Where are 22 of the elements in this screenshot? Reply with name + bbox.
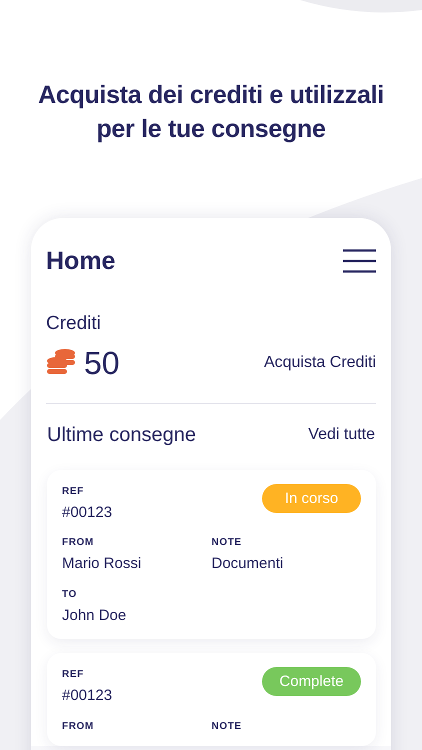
section-title: Ultime consegne <box>47 422 196 448</box>
buy-credits-link[interactable]: Acquista Crediti <box>264 350 376 374</box>
reference-number: #00123 <box>62 686 112 706</box>
field-label: REF <box>62 668 85 682</box>
field-label: FROM <box>62 536 95 550</box>
field-label: FROM <box>62 720 95 734</box>
field-label: NOTE <box>212 720 243 734</box>
reference-number: #00123 <box>62 502 112 522</box>
menu-icon[interactable] <box>343 249 376 273</box>
field-label: REF <box>62 484 85 498</box>
credits-amount: 50 <box>84 346 120 378</box>
field-value: Mario Rossi <box>62 554 142 574</box>
screen-title: Home <box>46 246 116 276</box>
status-badge: Complete <box>262 667 361 696</box>
field-value: Documenti <box>212 554 284 574</box>
field-label: NOTE <box>212 536 243 550</box>
credits-label: Crediti <box>46 312 102 336</box>
field-label: TO <box>62 588 78 602</box>
status-badge: In corso <box>262 484 361 512</box>
field-value: John Doe <box>62 606 128 626</box>
see-all-link[interactable]: Vedi tutte <box>308 422 375 446</box>
headline: Acquista dei crediti e utilizzali per le tue consegne <box>37 80 385 145</box>
